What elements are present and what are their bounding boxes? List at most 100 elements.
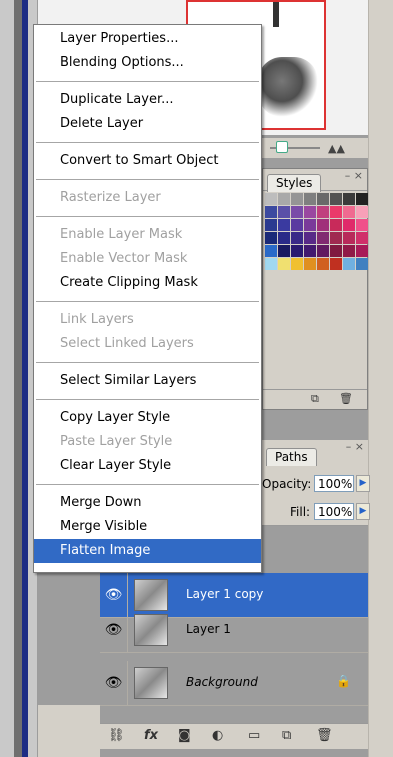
zoom-thumb[interactable] — [276, 141, 288, 153]
color-swatch[interactable] — [356, 219, 368, 231]
color-swatch[interactable] — [330, 258, 342, 270]
link-layers-icon[interactable]: ⛓ — [108, 728, 125, 743]
fill-field[interactable]: 100% — [314, 503, 354, 520]
color-swatch[interactable] — [304, 206, 316, 218]
lock-icon: 🔒 — [336, 674, 351, 688]
menu-item-duplicate-layer[interactable]: Duplicate Layer... — [34, 88, 261, 112]
layer-context-menu: Layer Properties... Blending Options... Du… — [33, 24, 262, 573]
trash-icon[interactable]: 🗑 — [339, 392, 353, 405]
color-swatch[interactable] — [343, 258, 355, 270]
color-swatch[interactable] — [278, 219, 290, 231]
adjustment-layer-icon[interactable]: ◐ — [212, 728, 223, 743]
color-swatch[interactable] — [356, 232, 368, 244]
menu-separator — [36, 484, 259, 485]
menu-item-select-similar-layers[interactable]: Select Similar Layers — [34, 369, 261, 393]
layers-footer: ⛓ fx ◙ ◐ ▭ ⧉ 🗑 — [100, 723, 368, 749]
color-swatch[interactable] — [265, 193, 277, 205]
panel-menu-icon[interactable]: – × — [345, 169, 363, 182]
color-swatch[interactable] — [278, 193, 290, 205]
color-swatch[interactable] — [304, 258, 316, 270]
color-swatch[interactable] — [265, 219, 277, 231]
panel-scrollbar[interactable] — [368, 0, 393, 757]
layer-thumbnail — [134, 667, 168, 699]
menu-item-rasterize-layer: Rasterize Layer — [60, 190, 161, 205]
color-swatch[interactable] — [343, 219, 355, 231]
color-swatch[interactable] — [278, 245, 290, 257]
visibility-eye-icon[interactable]: 👁 — [100, 608, 128, 653]
color-swatch[interactable] — [291, 193, 303, 205]
color-swatch[interactable] — [291, 219, 303, 231]
color-swatch[interactable] — [278, 258, 290, 270]
color-swatch[interactable] — [356, 206, 368, 218]
color-swatch[interactable] — [330, 206, 342, 218]
menu-item-merge-visible[interactable]: Merge Visible — [34, 515, 261, 539]
layer-style-icon[interactable]: fx — [144, 728, 158, 743]
color-swatch[interactable] — [265, 258, 277, 270]
color-swatch[interactable] — [356, 193, 368, 205]
title-bar-edge — [22, 0, 28, 757]
color-swatch[interactable] — [356, 258, 368, 270]
visibility-eye-icon[interactable]: 👁 — [100, 661, 128, 706]
color-swatch[interactable] — [343, 206, 355, 218]
color-swatch[interactable] — [356, 245, 368, 257]
color-swatch[interactable] — [265, 206, 277, 218]
color-swatch[interactable] — [317, 206, 329, 218]
opacity-field[interactable]: 100% — [314, 475, 354, 492]
color-swatch[interactable] — [278, 206, 290, 218]
layer-name: Layer 1 copy — [186, 587, 264, 601]
color-swatch[interactable] — [304, 232, 316, 244]
color-swatch[interactable] — [291, 258, 303, 270]
layer-row[interactable]: 👁 Layer 1 — [100, 608, 368, 653]
fill-arrow-icon[interactable]: ▶ — [356, 503, 370, 520]
menu-item-paste-layer-style: Paste Layer Style — [60, 434, 173, 449]
color-swatch[interactable] — [343, 232, 355, 244]
color-swatch[interactable] — [343, 193, 355, 205]
color-swatch[interactable] — [317, 245, 329, 257]
fill-label: Fill: — [290, 505, 311, 519]
menu-item-copy-layer-style[interactable]: Copy Layer Style — [34, 406, 261, 430]
new-layer-icon[interactable]: ⧉ — [282, 728, 291, 743]
color-swatch[interactable] — [278, 232, 290, 244]
menu-item-flatten-image[interactable]: Flatten Image — [34, 539, 261, 563]
layer-thumbnail — [134, 614, 168, 646]
color-swatch[interactable] — [317, 219, 329, 231]
menu-item-convert-to-smart-object[interactable]: Convert to Smart Object — [34, 149, 261, 173]
color-swatch[interactable] — [265, 232, 277, 244]
menu-separator — [36, 142, 259, 143]
new-swatch-icon[interactable]: ⧉ — [311, 392, 319, 406]
color-swatch[interactable] — [291, 232, 303, 244]
color-swatch[interactable] — [330, 245, 342, 257]
color-swatch[interactable] — [304, 245, 316, 257]
color-swatch[interactable] — [317, 258, 329, 270]
tab-paths[interactable]: Paths — [266, 448, 317, 466]
panel-menu-icon[interactable]: – × — [346, 440, 364, 453]
menu-item-merge-down[interactable]: Merge Down — [34, 491, 261, 515]
zoom-in-icon[interactable]: ▲▲ — [328, 142, 345, 155]
menu-item-create-clipping-mask[interactable]: Create Clipping Mask — [34, 271, 261, 295]
trash-icon[interactable]: 🗑 — [316, 728, 333, 743]
menu-item-clear-layer-style[interactable]: Clear Layer Style — [34, 454, 261, 478]
tab-styles[interactable]: Styles — [267, 174, 322, 192]
menu-item-blending-options[interactable]: Blending Options... — [34, 51, 261, 75]
color-swatch[interactable] — [330, 219, 342, 231]
menu-item-enable-layer-mask: Enable Layer Mask — [60, 227, 183, 242]
layer-mask-icon[interactable]: ◙ — [178, 728, 191, 743]
color-swatch[interactable] — [330, 232, 342, 244]
menu-item-layer-properties[interactable]: Layer Properties... — [34, 27, 261, 51]
opacity-arrow-icon[interactable]: ▶ — [356, 475, 370, 492]
layer-row[interactable]: 👁 Background 🔒 — [100, 661, 368, 706]
color-swatch[interactable] — [291, 206, 303, 218]
color-swatch[interactable] — [317, 193, 329, 205]
color-swatch[interactable] — [304, 193, 316, 205]
color-swatch[interactable] — [330, 193, 342, 205]
new-group-icon[interactable]: ▭ — [248, 728, 260, 743]
menu-item-delete-layer[interactable]: Delete Layer — [34, 112, 261, 136]
color-swatch[interactable] — [317, 232, 329, 244]
color-swatch[interactable] — [291, 245, 303, 257]
color-swatch[interactable] — [265, 245, 277, 257]
color-swatch[interactable] — [304, 219, 316, 231]
color-swatch[interactable] — [343, 245, 355, 257]
menu-separator — [36, 301, 259, 302]
zoom-slider[interactable]: ▲▲ — [262, 138, 368, 158]
menu-separator — [36, 362, 259, 363]
